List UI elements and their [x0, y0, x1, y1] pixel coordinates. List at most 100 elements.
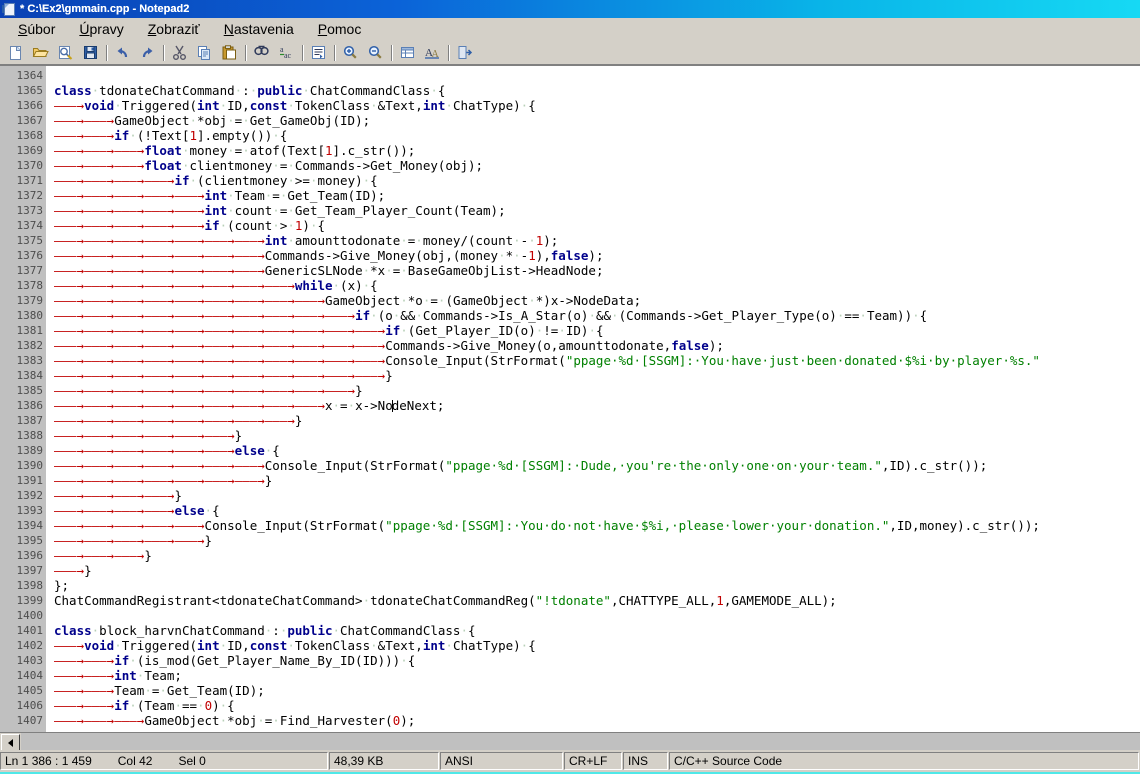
code-token-kw: false: [671, 338, 709, 353]
redo-icon[interactable]: [135, 42, 160, 64]
code-line[interactable]: ———→———→———→float·clientmoney·=·Commands…: [54, 158, 1140, 173]
code-line[interactable]: ———→———→———→———→———→———→———→Console_Inpu…: [54, 458, 1140, 473]
find-icon[interactable]: [249, 42, 274, 64]
code-line[interactable]: ———→———→———→———→———→———→———→———→———→Game…: [54, 293, 1140, 308]
code-line[interactable]: ———→———→———→float·money·=·atof(Text[1].c…: [54, 143, 1140, 158]
code-line[interactable]: [54, 608, 1140, 623]
code-line[interactable]: ———→———→———→———→———→int·count·=·Get_Team…: [54, 203, 1140, 218]
menu-subor[interactable]: SSúborúbor: [6, 19, 67, 39]
code-line[interactable]: class·block_harvnChatCommand·:·public·Ch…: [54, 623, 1140, 638]
tab-arrow-icon: ———→: [84, 113, 114, 128]
tab-arrow-icon: ———→: [54, 683, 84, 698]
code-line[interactable]: ———→———→———→———→———→———→———→———→———→———→…: [54, 353, 1140, 368]
status-selection: Sel 0: [178, 754, 205, 768]
hscroll-track[interactable]: [21, 733, 1140, 750]
code-line[interactable]: ———→———→———→GameObject·*obj·=·Find_Harve…: [54, 713, 1140, 728]
code-token-pl: ID,: [227, 638, 250, 653]
undo-icon[interactable]: [110, 42, 135, 64]
tab-arrow-icon: ———→: [144, 353, 174, 368]
code-line[interactable]: ———→void·Triggered(int·ID,const·TokenCla…: [54, 638, 1140, 653]
editor-area[interactable]: 1364136513661367136813691370137113721373…: [0, 65, 1140, 732]
code-line[interactable]: ———→———→———→———→———→———→———→———→———→———→…: [54, 308, 1140, 323]
code-line[interactable]: ———→———→———→———→}: [54, 488, 1140, 503]
tab-arrow-icon: ———→: [114, 338, 144, 353]
code-line[interactable]: };: [54, 578, 1140, 593]
tab-arrow-icon: ———→: [144, 413, 174, 428]
code-line[interactable]: ———→———→———→———→———→———→———→}: [54, 473, 1140, 488]
code-line[interactable]: ———→———→———→———→———→———→———→———→———→———→…: [54, 368, 1140, 383]
code-line[interactable]: ChatCommandRegistrant<tdonateChatCommand…: [54, 593, 1140, 608]
menu-pomoc[interactable]: Pomoc: [306, 19, 374, 39]
code-line[interactable]: ———→———→if·(!Text[1].empty())·{: [54, 128, 1140, 143]
new-file-icon[interactable]: [3, 42, 28, 64]
zoom-in-icon[interactable]: [338, 42, 363, 64]
code-line[interactable]: ———→———→———→———→———→Console_Input(StrFor…: [54, 518, 1140, 533]
code-token-pl: :: [242, 83, 250, 98]
code-line[interactable]: class·tdonateChatCommand·:·public·ChatCo…: [54, 83, 1140, 98]
code-line[interactable]: ———→———→———→———→———→———→———→Commands->Gi…: [54, 248, 1140, 263]
code-line[interactable]: [54, 68, 1140, 83]
line-number: 1402: [0, 638, 48, 653]
tab-arrow-icon: ———→: [144, 293, 174, 308]
tab-arrow-icon: ———→: [205, 263, 235, 278]
code-line[interactable]: ———→———→if·(Team·==·0)·{: [54, 698, 1140, 713]
code-token-pl: ChatType): [453, 638, 521, 653]
font-icon[interactable]: AA: [420, 42, 445, 64]
save-file-icon[interactable]: [78, 42, 103, 64]
open-file-icon[interactable]: [28, 42, 53, 64]
document-icon: [2, 2, 16, 16]
tab-arrow-icon: ———→: [144, 173, 174, 188]
code-line[interactable]: ———→———→———→———→———→if·(count·>·1)·{: [54, 218, 1140, 233]
zoom-out-icon[interactable]: [363, 42, 388, 64]
code-line[interactable]: ———→void·Triggered(int·ID,const·TokenCla…: [54, 98, 1140, 113]
code-line[interactable]: ———→}: [54, 563, 1140, 578]
code-line[interactable]: ———→———→———→———→———→———→———→int·amountto…: [54, 233, 1140, 248]
code-line[interactable]: ———→———→———→———→———→———→———→———→———→———→…: [54, 383, 1140, 398]
code-line[interactable]: ———→———→———→———→———→int·Team·=·Get_Team(…: [54, 188, 1140, 203]
code-line[interactable]: ———→———→int·Team;: [54, 668, 1140, 683]
code-line[interactable]: ———→———→———→———→———→———→———→———→———→———→…: [54, 323, 1140, 338]
word-wrap-icon[interactable]: [306, 42, 331, 64]
code-line[interactable]: ———→———→———→———→———→———→———→———→}: [54, 413, 1140, 428]
tab-arrow-icon: ———→: [205, 398, 235, 413]
menu-nastavenia[interactable]: Nastavenia: [212, 19, 306, 39]
copy-icon[interactable]: [192, 42, 217, 64]
left-arrow-icon[interactable]: [1, 734, 20, 751]
code-token-sp: ·: [182, 158, 190, 173]
code-token-pl: :: [272, 623, 280, 638]
code-line[interactable]: ———→———→———→———→———→———→———→———→———→x·=·…: [54, 398, 1140, 413]
code-token-pl: money): [317, 173, 362, 188]
exit-icon[interactable]: [452, 42, 477, 64]
code-line[interactable]: ———→———→———→}: [54, 548, 1140, 563]
code-line[interactable]: ———→———→———→———→———→———→———→———→———→———→…: [54, 338, 1140, 353]
code-text-area[interactable]: class·tdonateChatCommand·:·public·ChatCo…: [48, 66, 1140, 732]
replace-icon[interactable]: aac: [274, 42, 299, 64]
code-token-pl: (Team: [137, 698, 175, 713]
cut-icon[interactable]: [167, 42, 192, 64]
code-line[interactable]: ———→———→———→———→———→———→———→GenericSLNod…: [54, 263, 1140, 278]
code-token-sp: ·: [220, 638, 228, 653]
code-line[interactable]: ———→———→if·(is_mod(Get_Player_Name_By_ID…: [54, 653, 1140, 668]
code-line[interactable]: ———→———→———→———→———→———→}: [54, 428, 1140, 443]
revert-file-icon[interactable]: [53, 42, 78, 64]
code-line[interactable]: ———→———→———→———→if·(clientmoney·>=·money…: [54, 173, 1140, 188]
tab-arrow-icon: ———→: [114, 293, 144, 308]
menu-upravy[interactable]: Úpravy: [67, 19, 135, 39]
code-line[interactable]: ———→———→GameObject·*obj·=·Get_GameObj(ID…: [54, 113, 1140, 128]
tab-arrow-icon: ———→: [84, 383, 114, 398]
code-line[interactable]: ———→———→———→———→———→}: [54, 533, 1140, 548]
menu-zobrazit[interactable]: Zobraziť: [136, 19, 212, 39]
code-token-sp: ·: [611, 308, 619, 323]
code-line[interactable]: ———→———→———→———→else·{: [54, 503, 1140, 518]
code-token-pl: {: [468, 623, 476, 638]
paste-icon[interactable]: [217, 42, 242, 64]
code-line[interactable]: ———→———→———→———→———→———→else·{: [54, 443, 1140, 458]
tab-arrow-icon: ———→: [235, 323, 265, 338]
code-token-sp: ·: [129, 698, 137, 713]
code-token-pl: clientmoney: [190, 158, 273, 173]
code-token-pl: {: [528, 98, 536, 113]
code-line[interactable]: ———→———→Team·=·Get_Team(ID);: [54, 683, 1140, 698]
horizontal-scrollbar[interactable]: [0, 732, 1140, 750]
code-line[interactable]: ———→———→———→———→———→———→———→———→while·(x…: [54, 278, 1140, 293]
scheme-icon[interactable]: [395, 42, 420, 64]
